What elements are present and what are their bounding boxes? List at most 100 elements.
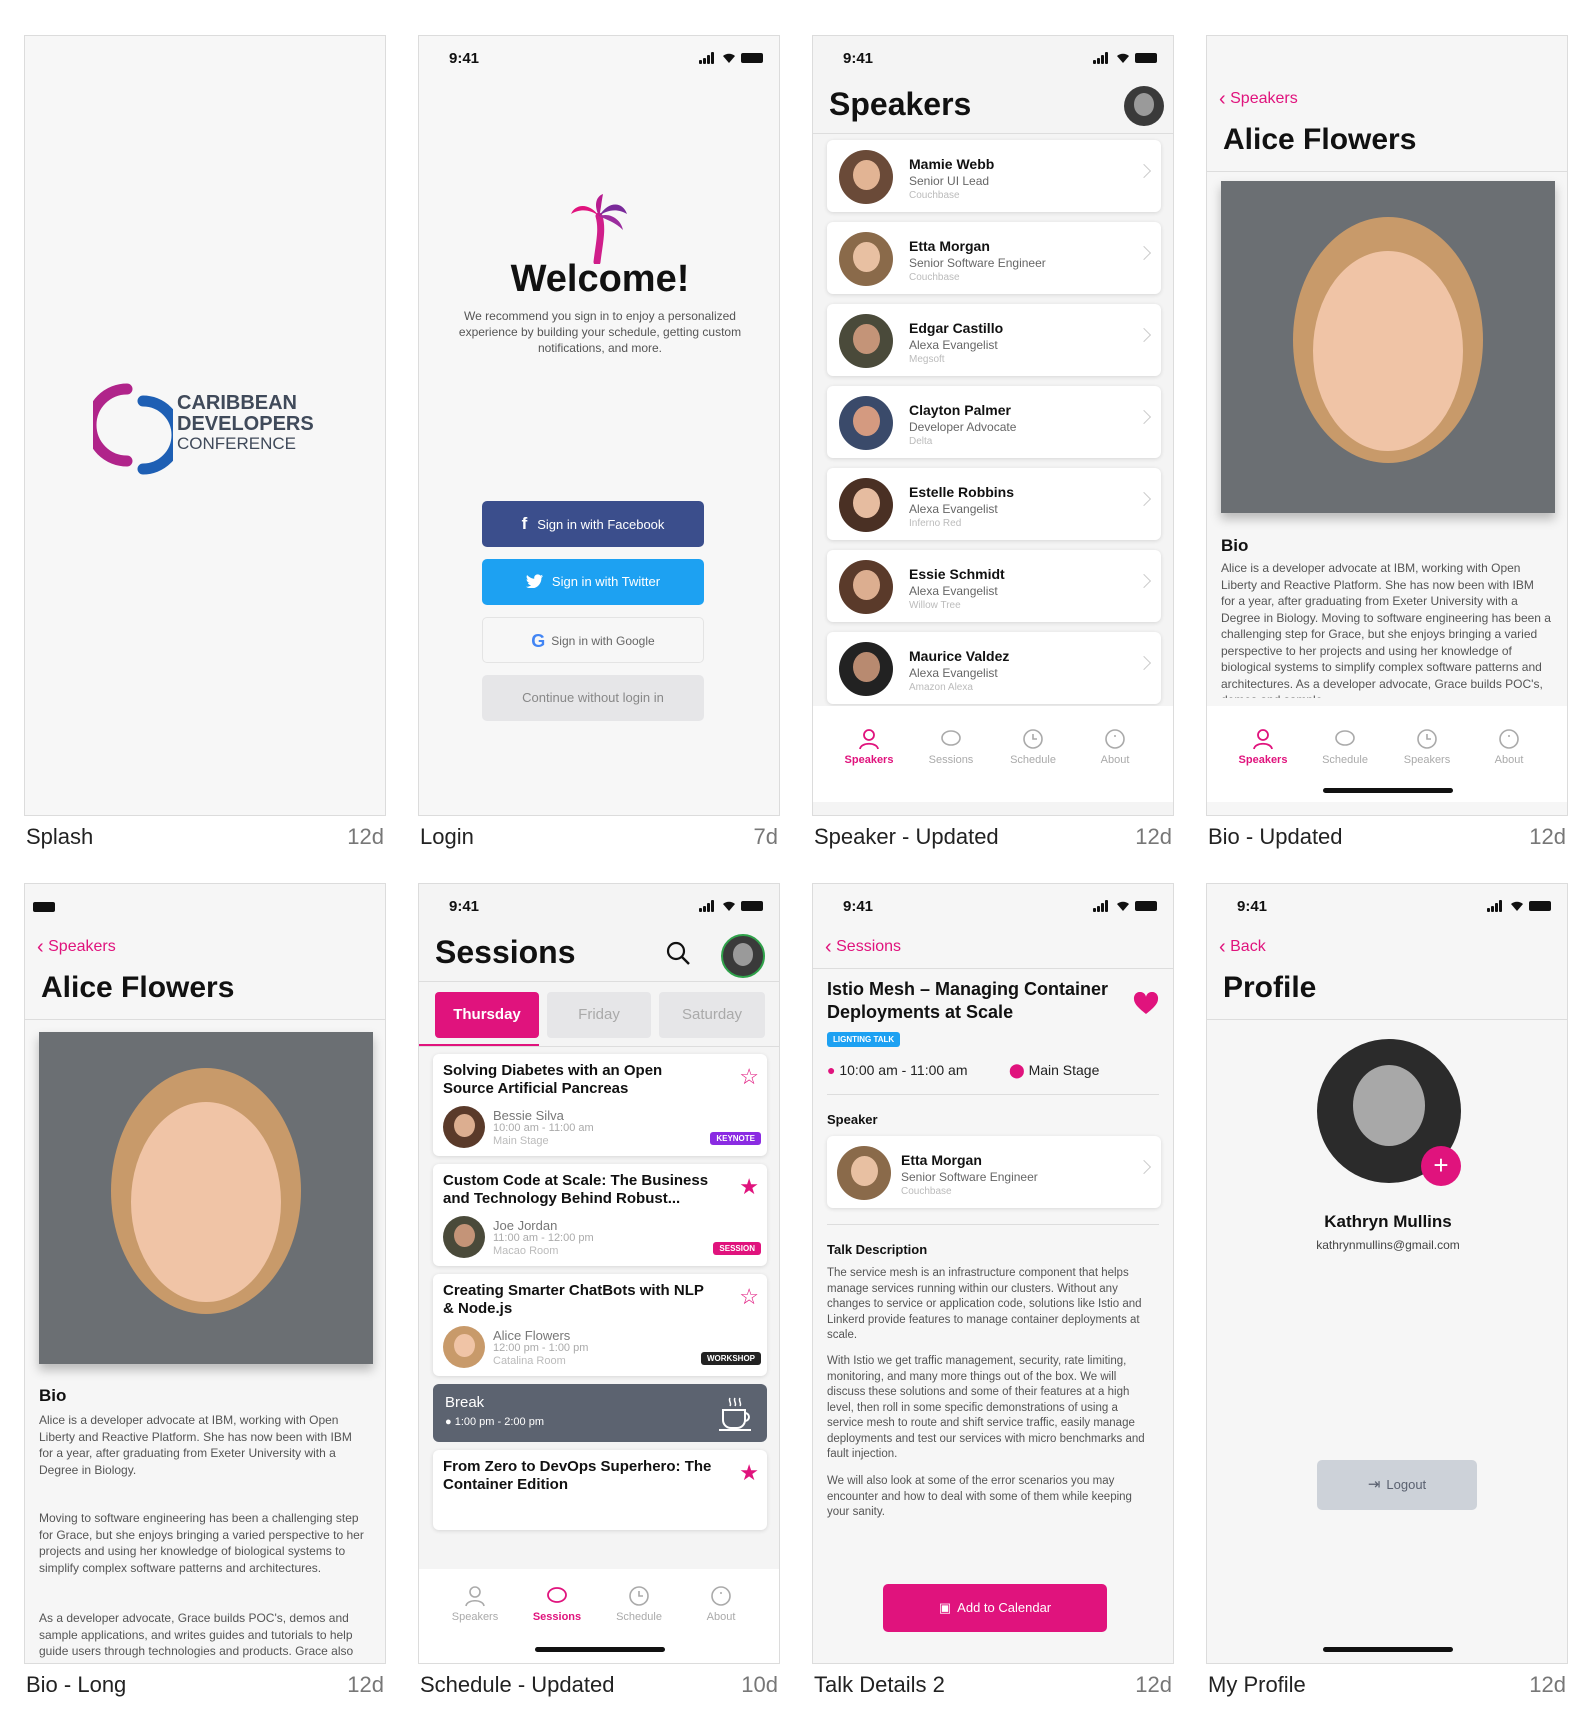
screen-profile: 9:41 ‹ Back Profile + Kathryn Mullins ka… bbox=[1206, 883, 1568, 1664]
session-title: Creating Smarter ChatBots with NLP & Nod… bbox=[443, 1282, 704, 1317]
tab-label: Speakers bbox=[1403, 754, 1451, 766]
session-card[interactable]: From Zero to DevOps Superhero: The Conta… bbox=[433, 1450, 767, 1530]
star-filled-icon[interactable]: ★ bbox=[739, 1174, 759, 1200]
card-age: 12d bbox=[347, 1672, 384, 1697]
logout-button[interactable]: ⇥ Logout bbox=[1317, 1460, 1477, 1510]
card-name: Speaker - Updated bbox=[814, 824, 999, 849]
profile-name: Kathryn Mullins bbox=[1324, 1212, 1452, 1231]
back-label: Speakers bbox=[1230, 90, 1298, 107]
tab-about[interactable]: About bbox=[1469, 728, 1549, 766]
back-label: Sessions bbox=[836, 938, 902, 955]
tab-sessions[interactable]: Sessions bbox=[517, 1585, 597, 1623]
tab-sessions[interactable]: Sessions bbox=[911, 728, 991, 766]
tab-label: About bbox=[1100, 754, 1130, 766]
day-tab-thursday[interactable]: Thursday bbox=[435, 992, 539, 1038]
bio-paragraph: Alice is a developer advocate at IBM, wo… bbox=[39, 1413, 352, 1477]
session-type-badge: KEYNOTE bbox=[710, 1132, 761, 1145]
card-name: Bio - Long bbox=[26, 1672, 127, 1697]
tab-bar: Speakers Sessions Schedule About bbox=[813, 706, 1173, 802]
info-icon bbox=[1105, 729, 1125, 749]
speaker-row[interactable]: Essie Schmidt Alexa Evangelist Willow Tr… bbox=[827, 550, 1161, 622]
sign-in-facebook-button[interactable]: f Sign in with Facebook bbox=[482, 501, 704, 547]
speaker-role: Senior Software Engineer bbox=[909, 256, 1046, 270]
add-photo-button[interactable]: + bbox=[1421, 1146, 1461, 1186]
star-outline-icon[interactable]: ☆ bbox=[739, 1284, 759, 1310]
chat-bubble-icon bbox=[941, 730, 961, 746]
bio-paragraph: As a developer advocate, Grace builds PO… bbox=[39, 1611, 354, 1663]
tab-speakers[interactable]: Speakers bbox=[829, 728, 909, 766]
screen-bio-long: ‹ Speakers Alice Flowers Bio Alice is a … bbox=[24, 883, 386, 1664]
back-button[interactable]: ‹ Speakers bbox=[37, 936, 116, 959]
star-filled-icon[interactable]: ★ bbox=[739, 1460, 759, 1486]
tab-schedule[interactable]: Schedule bbox=[599, 1585, 679, 1623]
home-indicator bbox=[1323, 788, 1453, 793]
speaker-row[interactable]: Etta Morgan Senior Software Engineer Cou… bbox=[827, 1136, 1161, 1208]
avatar bbox=[839, 478, 893, 532]
sign-in-twitter-button[interactable]: Sign in with Twitter bbox=[482, 559, 704, 605]
profile-avatar[interactable] bbox=[721, 934, 765, 978]
back-button[interactable]: ‹ Sessions bbox=[825, 936, 901, 959]
status-time: 9:41 bbox=[449, 898, 480, 915]
card-age: 12d bbox=[347, 824, 384, 849]
status-icons bbox=[699, 900, 763, 912]
back-label: Speakers bbox=[48, 938, 116, 955]
speaker-row[interactable]: Estelle Robbins Alexa Evangelist Inferno… bbox=[827, 468, 1161, 540]
sign-in-google-button[interactable]: G Sign in with Google bbox=[482, 617, 704, 663]
speaker-photo bbox=[39, 1032, 373, 1364]
back-button[interactable]: ‹ Back bbox=[1219, 936, 1266, 959]
card-caption: Schedule - Updated 10d bbox=[418, 1672, 780, 1702]
card-name: Bio - Updated bbox=[1208, 824, 1343, 849]
page-title: Sessions bbox=[435, 934, 576, 970]
add-to-calendar-button[interactable]: ▣ Add to Calendar bbox=[883, 1584, 1107, 1632]
profile-avatar[interactable] bbox=[1124, 86, 1164, 126]
day-tab-saturday[interactable]: Saturday bbox=[659, 992, 765, 1038]
palm-tree-icon bbox=[571, 194, 627, 264]
calendar-add-icon: ▣ bbox=[938, 1600, 952, 1615]
avatar bbox=[837, 1146, 891, 1200]
card-age: 12d bbox=[1529, 824, 1566, 849]
logout-label: Logout bbox=[1386, 1477, 1427, 1492]
battery-icon bbox=[33, 902, 55, 912]
card-name: Splash bbox=[26, 824, 94, 849]
search-icon[interactable] bbox=[665, 940, 691, 966]
tab-about[interactable]: About bbox=[1075, 728, 1155, 766]
speaker-row[interactable]: Mamie Webb Senior UI Lead Couchbase bbox=[827, 140, 1161, 212]
card-age: 7d bbox=[753, 824, 778, 849]
chevron-right-icon bbox=[1136, 573, 1152, 589]
tab-about[interactable]: About bbox=[681, 1585, 761, 1623]
continue-without-login-button[interactable]: Continue without login in bbox=[482, 675, 704, 721]
session-title: From Zero to DevOps Superhero: The Conta… bbox=[443, 1458, 712, 1493]
tab-label: Speakers bbox=[844, 754, 894, 766]
tab-schedule[interactable]: Schedule bbox=[1305, 728, 1385, 766]
session-time: 11:00 am - 12:00 pm bbox=[493, 1232, 594, 1244]
tab-schedule[interactable]: Schedule bbox=[993, 728, 1073, 766]
heart-icon[interactable] bbox=[1133, 992, 1159, 1016]
speaker-name: Maurice Valdez bbox=[909, 648, 1010, 664]
page-title: Alice Flowers bbox=[41, 971, 235, 1004]
session-card[interactable]: Custom Code at Scale: The Business and T… bbox=[433, 1164, 767, 1266]
speaker-row[interactable]: Etta Morgan Senior Software Engineer Cou… bbox=[827, 222, 1161, 294]
back-button[interactable]: ‹ Speakers bbox=[1219, 88, 1298, 111]
page-title: Profile bbox=[1223, 971, 1317, 1004]
coffee-cup-icon bbox=[719, 1397, 751, 1431]
session-card[interactable]: Creating Smarter ChatBots with NLP & Nod… bbox=[433, 1274, 767, 1376]
tab-label: Schedule bbox=[1010, 754, 1056, 766]
speaker-row[interactable]: Maurice Valdez Alexa Evangelist Amazon A… bbox=[827, 632, 1161, 704]
status-icons bbox=[1093, 900, 1157, 912]
star-outline-icon[interactable]: ☆ bbox=[739, 1064, 759, 1090]
description-paragraph: With Istio we get traffic management, se… bbox=[827, 1355, 1145, 1460]
talk-location: Main Stage bbox=[1028, 1062, 1100, 1078]
tab-speakers[interactable]: Speakers bbox=[435, 1585, 515, 1623]
twitter-icon bbox=[525, 574, 543, 589]
speaker-name: Clayton Palmer bbox=[909, 402, 1011, 418]
logo-line-1: CARIBBEAN bbox=[177, 392, 297, 414]
session-card[interactable]: Solving Diabetes with an Open Source Art… bbox=[433, 1054, 767, 1156]
tab-speakers-2[interactable]: Speakers bbox=[1387, 728, 1467, 766]
tab-speakers[interactable]: Speakers bbox=[1223, 728, 1303, 766]
logo-line-2: DEVELOPERS bbox=[177, 413, 314, 435]
speaker-row[interactable]: Clayton Palmer Developer Advocate Delta bbox=[827, 386, 1161, 458]
chat-bubble-icon bbox=[547, 1587, 567, 1603]
day-tab-friday[interactable]: Friday bbox=[547, 992, 651, 1038]
twitter-label: Sign in with Twitter bbox=[551, 574, 661, 589]
speaker-row[interactable]: Edgar Castillo Alexa Evangelist Megsoft bbox=[827, 304, 1161, 376]
